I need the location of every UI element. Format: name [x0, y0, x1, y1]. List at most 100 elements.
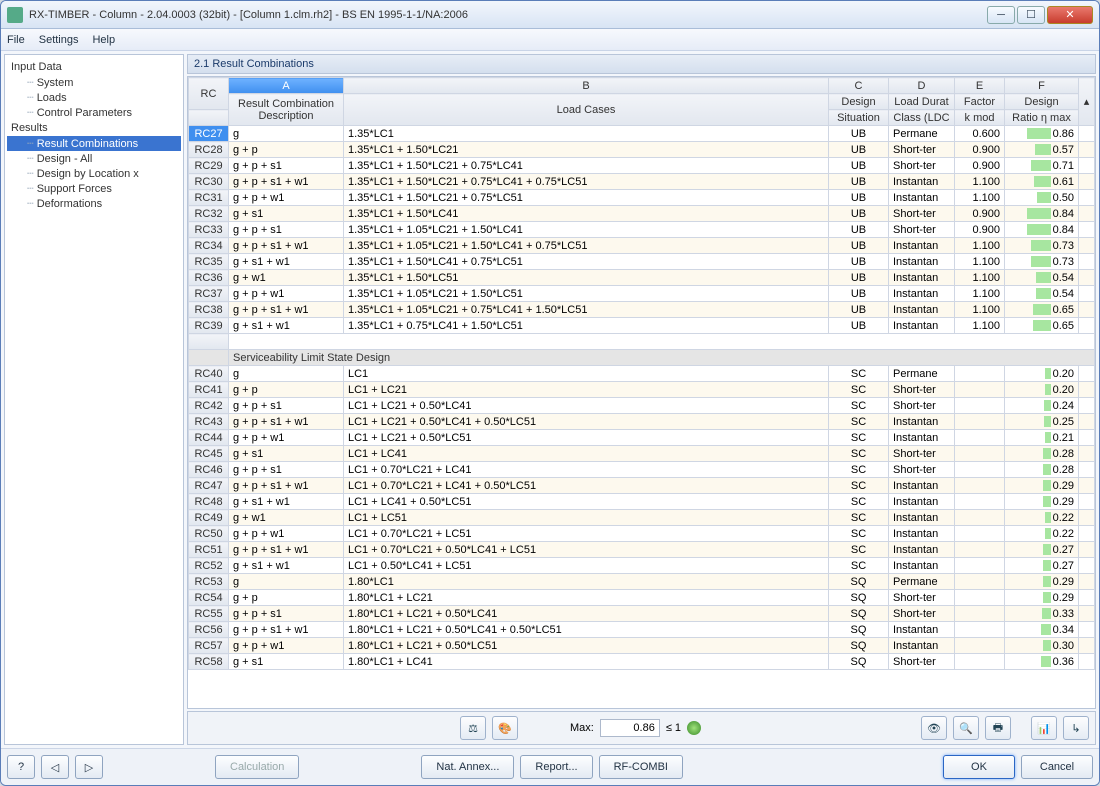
cell-kmod[interactable]: 1.100: [955, 190, 1005, 206]
table-row[interactable]: RC54g + p1.80*LC1 + LC21SQShort-ter0.29: [189, 590, 1095, 606]
cell-situation[interactable]: SQ: [829, 622, 889, 638]
cell-loadcases[interactable]: 1.35*LC1 + 0.75*LC41 + 1.50*LC51: [344, 318, 829, 334]
cell-kmod[interactable]: 1.100: [955, 318, 1005, 334]
cell-ldc[interactable]: Short-ter: [889, 606, 955, 622]
cell-situation[interactable]: SC: [829, 542, 889, 558]
row-header[interactable]: RC52: [189, 558, 229, 574]
col-d[interactable]: D: [889, 78, 955, 94]
col-ldc1[interactable]: Load Durat: [889, 94, 955, 110]
cell-description[interactable]: g + p + s1: [229, 222, 344, 238]
cell-kmod[interactable]: [955, 478, 1005, 494]
cell-ratio[interactable]: 0.65: [1005, 302, 1079, 318]
cell-loadcases[interactable]: LC1 + 0.70*LC21 + LC51: [344, 526, 829, 542]
cell-situation[interactable]: UB: [829, 126, 889, 142]
cell-situation[interactable]: SQ: [829, 606, 889, 622]
table-row[interactable]: RC55g + p + s11.80*LC1 + LC21 + 0.50*LC4…: [189, 606, 1095, 622]
cell-loadcases[interactable]: LC1 + LC41: [344, 446, 829, 462]
cell-description[interactable]: g + p: [229, 382, 344, 398]
cell-loadcases[interactable]: 1.35*LC1 + 1.50*LC21 + 0.75*LC41: [344, 158, 829, 174]
cell-situation[interactable]: SC: [829, 366, 889, 382]
cell-loadcases[interactable]: 1.80*LC1 + LC41: [344, 654, 829, 670]
cell-loadcases[interactable]: 1.35*LC1 + 1.50*LC41 + 0.75*LC51: [344, 254, 829, 270]
col-desc[interactable]: Result CombinationDescription: [229, 94, 344, 126]
cell-ldc[interactable]: Instantan: [889, 510, 955, 526]
row-header[interactable]: RC53: [189, 574, 229, 590]
cell-ldc[interactable]: Permane: [889, 126, 955, 142]
cell-ratio[interactable]: 0.20: [1005, 382, 1079, 398]
cell-loadcases[interactable]: 1.80*LC1 + LC21: [344, 590, 829, 606]
maximize-button[interactable]: ☐: [1017, 6, 1045, 24]
cell-ratio[interactable]: 0.27: [1005, 542, 1079, 558]
row-header[interactable]: RC32: [189, 206, 229, 222]
cell-kmod[interactable]: 1.100: [955, 254, 1005, 270]
cell-ratio[interactable]: 0.22: [1005, 526, 1079, 542]
col-e[interactable]: E: [955, 78, 1005, 94]
cell-ratio[interactable]: 0.28: [1005, 446, 1079, 462]
table-row[interactable]: RC57g + p + w11.80*LC1 + LC21 + 0.50*LC5…: [189, 638, 1095, 654]
row-header[interactable]: RC28: [189, 142, 229, 158]
cell-kmod[interactable]: [955, 622, 1005, 638]
cell-situation[interactable]: SC: [829, 494, 889, 510]
cell-description[interactable]: g + p + s1 + w1: [229, 478, 344, 494]
table-row[interactable]: RC47g + p + s1 + w1LC1 + 0.70*LC21 + LC4…: [189, 478, 1095, 494]
table-row[interactable]: RC34g + p + s1 + w11.35*LC1 + 1.05*LC21 …: [189, 238, 1095, 254]
col-kmod2[interactable]: k mod: [955, 110, 1005, 126]
row-header[interactable]: RC51: [189, 542, 229, 558]
report-button[interactable]: Report...: [520, 755, 592, 779]
cell-loadcases[interactable]: LC1 + LC51: [344, 510, 829, 526]
prev-button[interactable]: ◁: [41, 755, 69, 779]
cell-loadcases[interactable]: 1.35*LC1 + 1.50*LC21: [344, 142, 829, 158]
table-row[interactable]: RC41g + pLC1 + LC21SCShort-ter0.20: [189, 382, 1095, 398]
nav-design-all[interactable]: Design - All: [7, 151, 181, 166]
row-header[interactable]: RC37: [189, 286, 229, 302]
calculation-button[interactable]: Calculation: [215, 755, 299, 779]
table-row[interactable]: RC42g + p + s1LC1 + LC21 + 0.50*LC41SCSh…: [189, 398, 1095, 414]
cell-situation[interactable]: UB: [829, 286, 889, 302]
row-header[interactable]: RC40: [189, 366, 229, 382]
cell-situation[interactable]: SC: [829, 414, 889, 430]
table-row[interactable]: RC27g1.35*LC1UBPermane0.6000.86: [189, 126, 1095, 142]
col-loadcases[interactable]: Load Cases: [344, 94, 829, 126]
cell-situation[interactable]: UB: [829, 302, 889, 318]
cell-description[interactable]: g: [229, 366, 344, 382]
cell-ldc[interactable]: Instantan: [889, 286, 955, 302]
cell-ldc[interactable]: Short-ter: [889, 206, 955, 222]
table-row[interactable]: RC33g + p + s11.35*LC1 + 1.05*LC21 + 1.5…: [189, 222, 1095, 238]
cell-description[interactable]: g + s1 + w1: [229, 318, 344, 334]
row-header[interactable]: RC31: [189, 190, 229, 206]
help-button[interactable]: ?: [7, 755, 35, 779]
results-grid[interactable]: RC A B C D E F ▴ Result CombinationDescr…: [187, 76, 1096, 709]
cell-description[interactable]: g + s1 + w1: [229, 254, 344, 270]
row-header[interactable]: RC43: [189, 414, 229, 430]
cell-loadcases[interactable]: 1.35*LC1 + 1.50*LC51: [344, 270, 829, 286]
nav-control-params[interactable]: Control Parameters: [7, 105, 181, 120]
cell-ldc[interactable]: Instantan: [889, 478, 955, 494]
cell-loadcases[interactable]: 1.35*LC1 + 1.05*LC21 + 0.75*LC41 + 1.50*…: [344, 302, 829, 318]
print-icon[interactable]: 🖶: [985, 716, 1011, 740]
menu-file[interactable]: File: [7, 34, 25, 46]
filter-icon[interactable]: 🔍: [953, 716, 979, 740]
cell-situation[interactable]: UB: [829, 190, 889, 206]
cell-kmod[interactable]: 0.900: [955, 222, 1005, 238]
cell-description[interactable]: g + s1 + w1: [229, 558, 344, 574]
cell-kmod[interactable]: [955, 430, 1005, 446]
table-row[interactable]: RC35g + s1 + w11.35*LC1 + 1.50*LC41 + 0.…: [189, 254, 1095, 270]
cell-kmod[interactable]: [955, 398, 1005, 414]
table-row[interactable]: RC40gLC1SCPermane0.20: [189, 366, 1095, 382]
col-ratio2[interactable]: Ratio η max: [1005, 110, 1079, 126]
cell-kmod[interactable]: 0.900: [955, 142, 1005, 158]
cell-situation[interactable]: SC: [829, 558, 889, 574]
cell-ldc[interactable]: Short-ter: [889, 446, 955, 462]
view-mode-icon[interactable]: 👁: [921, 716, 947, 740]
cell-ratio[interactable]: 0.28: [1005, 462, 1079, 478]
cell-ratio[interactable]: 0.61: [1005, 174, 1079, 190]
row-header[interactable]: RC55: [189, 606, 229, 622]
col-f[interactable]: F: [1005, 78, 1079, 94]
cell-kmod[interactable]: [955, 558, 1005, 574]
cell-ratio[interactable]: 0.71: [1005, 158, 1079, 174]
cell-loadcases[interactable]: LC1 + LC21: [344, 382, 829, 398]
row-header[interactable]: RC58: [189, 654, 229, 670]
row-header[interactable]: RC33: [189, 222, 229, 238]
close-button[interactable]: ✕: [1047, 6, 1093, 24]
cell-loadcases[interactable]: 1.80*LC1: [344, 574, 829, 590]
